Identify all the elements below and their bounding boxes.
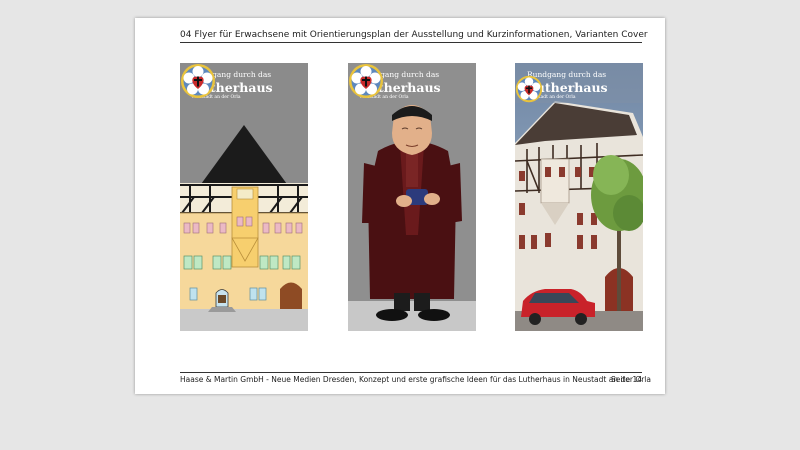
document-page: 04 Flyer für Erwachsene mit Orientierung… (135, 18, 665, 394)
luther-rose-icon (349, 64, 383, 98)
building-photo (515, 63, 643, 331)
page-number: Seite 14 (611, 375, 642, 384)
cover-variant-luther-illustration: Rundgang durch das Lutherhaus Neustadt a… (348, 63, 476, 331)
cover-variant-building-illustration: Rundgang durch das Lutherhaus Neustadt a… (180, 63, 308, 331)
footer-text: Haase & Martin GmbH - Neue Medien Dresde… (180, 375, 651, 384)
cover-variant-building-photo: Rundgang durch das Lutherhaus Neustadt a… (515, 63, 643, 331)
luther-rose-icon (515, 75, 543, 103)
footer-divider (180, 372, 642, 373)
header-divider (180, 42, 642, 43)
building-illustration (180, 63, 308, 331)
luther-figure-illustration (348, 63, 476, 331)
luther-rose-icon (181, 64, 215, 98)
page-heading: 04 Flyer für Erwachsene mit Orientierung… (180, 30, 648, 40)
